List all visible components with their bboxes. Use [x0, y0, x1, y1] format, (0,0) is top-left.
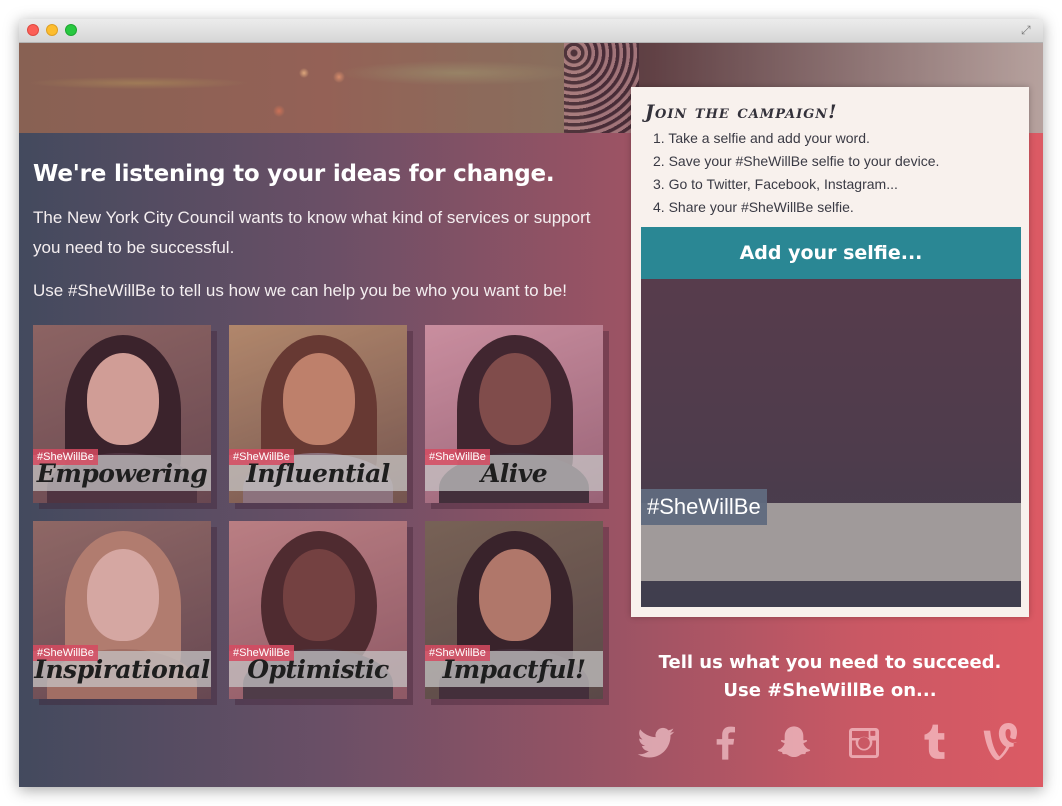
snapchat-icon[interactable]: [772, 721, 816, 765]
tumblr-icon[interactable]: [912, 721, 956, 765]
selfie-tile-inspirational[interactable]: #SheWillBe Inspirational: [33, 521, 211, 699]
close-window-button[interactable]: [27, 24, 39, 36]
share-prompt-line1: Tell us what you need to succeed.: [658, 652, 1002, 673]
selfie-tile-alive[interactable]: #SheWillBe Alive: [425, 325, 603, 503]
campaign-step: 2. Save your #SheWillBe selfie to your d…: [653, 153, 940, 169]
page-headline: We're listening to your ideas for change…: [33, 161, 555, 187]
selfie-hashtag-label: #SheWillBe: [641, 489, 767, 525]
share-prompt: Tell us what you need to succeed. Use #S…: [631, 649, 1029, 705]
hashtag-instructions: Use #SheWillBe to tell us how we can hel…: [33, 281, 567, 300]
fullscreen-icon[interactable]: ⤢: [1021, 23, 1035, 37]
selfie-tile-influential[interactable]: #SheWillBe Influential: [229, 325, 407, 503]
tile-word: Inspirational: [34, 655, 210, 684]
instagram-icon[interactable]: [842, 721, 886, 765]
browser-window: ⤢ We're listening to your ideas for chan…: [19, 19, 1043, 787]
tile-word: Optimistic: [247, 655, 389, 684]
vine-icon[interactable]: [979, 721, 1023, 765]
selfie-tile-optimistic[interactable]: #SheWillBe Optimistic: [229, 521, 407, 699]
tile-word: Impactful!: [442, 655, 587, 684]
share-prompt-line2: Use #SheWillBe on...: [723, 680, 937, 701]
page-content: We're listening to your ideas for change…: [19, 43, 1043, 787]
campaign-step: 4. Share your #SheWillBe selfie.: [653, 199, 854, 215]
selfie-tile-impactful[interactable]: #SheWillBe Impactful!: [425, 521, 603, 699]
tile-word: Influential: [246, 459, 390, 488]
intro-text: The New York City Council wants to know …: [33, 208, 591, 257]
join-campaign-title: Join the campaign!: [645, 101, 838, 123]
tile-word: Alive: [480, 459, 548, 488]
join-campaign-panel: Join the campaign! 1. Take a selfie and …: [631, 87, 1029, 617]
twitter-icon[interactable]: [634, 721, 678, 765]
facebook-icon[interactable]: [703, 721, 747, 765]
selfie-tile-empowering[interactable]: #SheWillBe Empowering: [33, 325, 211, 503]
campaign-step: 1. Take a selfie and add your word.: [653, 130, 870, 146]
campaign-steps-list: 1. Take a selfie and add your word. 2. S…: [653, 127, 939, 219]
window-titlebar: ⤢: [19, 19, 1043, 43]
add-selfie-button[interactable]: Add your selfie...: [641, 227, 1021, 279]
selfie-upload-area[interactable]: Add your selfie... #SheWillBe: [641, 227, 1021, 607]
campaign-step: 3. Go to Twitter, Facebook, Instagram...: [653, 176, 898, 192]
tile-word: Empowering: [36, 459, 208, 488]
minimize-window-button[interactable]: [46, 24, 58, 36]
zoom-window-button[interactable]: [65, 24, 77, 36]
